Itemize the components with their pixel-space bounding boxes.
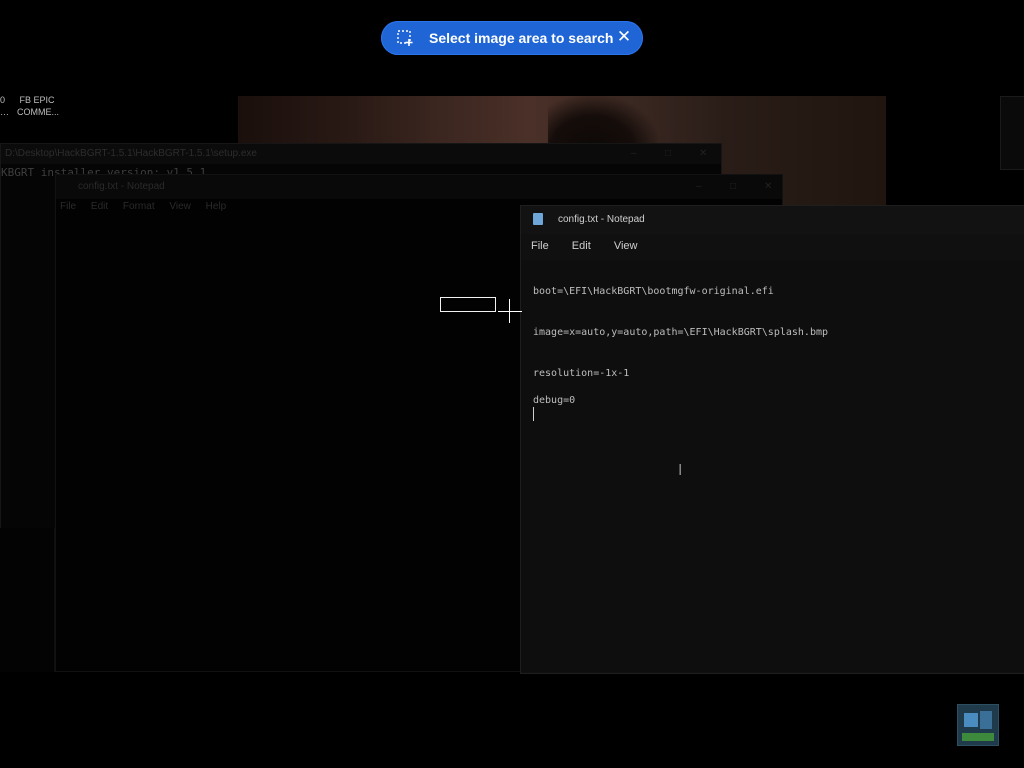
maximize-icon[interactable]: □: [730, 181, 740, 192]
minimize-icon[interactable]: –: [696, 181, 706, 192]
desktop-icon-fb-epic[interactable]: FB EPIC COMME...: [17, 94, 59, 118]
close-icon[interactable]: ✕: [764, 181, 774, 192]
menu-view[interactable]: View: [169, 201, 191, 212]
thumbnail-detail: [962, 733, 994, 741]
desktop-icon-label-line1: 0: [0, 95, 6, 105]
config-line-debug: debug=0: [533, 395, 576, 406]
image-search-bar[interactable]: Select image area to search ✕: [381, 21, 643, 55]
notepad-title: config.txt - Notepad: [558, 214, 645, 225]
config-line-image: image=x=auto,y=auto,path=\EFI\HackBGRT\s…: [533, 327, 829, 338]
bg-notepad-menu: File Edit Format View Help: [60, 201, 238, 212]
notepad-menu-bar: File Edit View: [531, 240, 657, 252]
bg-notepad-title-bar[interactable]: config.txt - Notepad – □ ✕: [56, 175, 782, 199]
desktop-icon-label[interactable]: 0 …: [0, 94, 9, 118]
ibeam-cursor-icon: I: [678, 462, 683, 479]
thumbnail-detail: [980, 711, 992, 729]
menu-help[interactable]: Help: [206, 201, 227, 212]
notepad-icon: [533, 213, 543, 225]
maximize-icon[interactable]: □: [665, 148, 675, 159]
menu-file[interactable]: File: [60, 201, 76, 212]
thumbnail-detail: [964, 713, 978, 727]
menu-view[interactable]: View: [614, 240, 638, 252]
select-area-icon: [397, 30, 413, 46]
menu-edit[interactable]: Edit: [91, 201, 108, 212]
background-window-edge[interactable]: [1000, 96, 1024, 170]
text-caret: [533, 407, 534, 421]
cmd-title-bar[interactable]: D:\Desktop\HackBGRT-1.5.1\HackBGRT-1.5.1…: [1, 144, 721, 164]
desktop-icon-label-line1: FB EPIC: [19, 95, 55, 105]
crosshair-cursor-icon-h: [498, 311, 522, 312]
cmd-title: D:\Desktop\HackBGRT-1.5.1\HackBGRT-1.5.1…: [5, 148, 257, 159]
menu-format[interactable]: Format: [123, 201, 155, 212]
selection-rectangle[interactable]: [440, 297, 496, 312]
menu-file[interactable]: File: [531, 240, 549, 252]
close-icon[interactable]: ✕: [699, 148, 709, 159]
notepad-text-area[interactable]: boot=\EFI\HackBGRT\bootmgfw-original.efi…: [521, 260, 1024, 672]
config-line-resolution: resolution=-1x-1: [533, 368, 630, 379]
image-search-label: Select image area to search: [429, 30, 614, 46]
config-line-boot: boot=\EFI\HackBGRT\bootmgfw-original.efi: [533, 286, 774, 297]
menu-edit[interactable]: Edit: [572, 240, 591, 252]
desktop-icon-label-line2: COMME...: [17, 107, 59, 117]
thumbnail-image[interactable]: [957, 704, 999, 746]
notepad-title-bar[interactable]: config.txt - Notepad: [521, 206, 1024, 234]
minimize-icon[interactable]: –: [631, 148, 641, 159]
desktop-icon-label-line2: …: [0, 107, 9, 117]
close-icon[interactable]: ✕: [615, 28, 633, 46]
background-window-strip: [0, 528, 55, 672]
notepad-window[interactable]: config.txt - Notepad File Edit View boot…: [520, 205, 1024, 674]
bg-notepad-title: config.txt - Notepad: [78, 181, 165, 192]
